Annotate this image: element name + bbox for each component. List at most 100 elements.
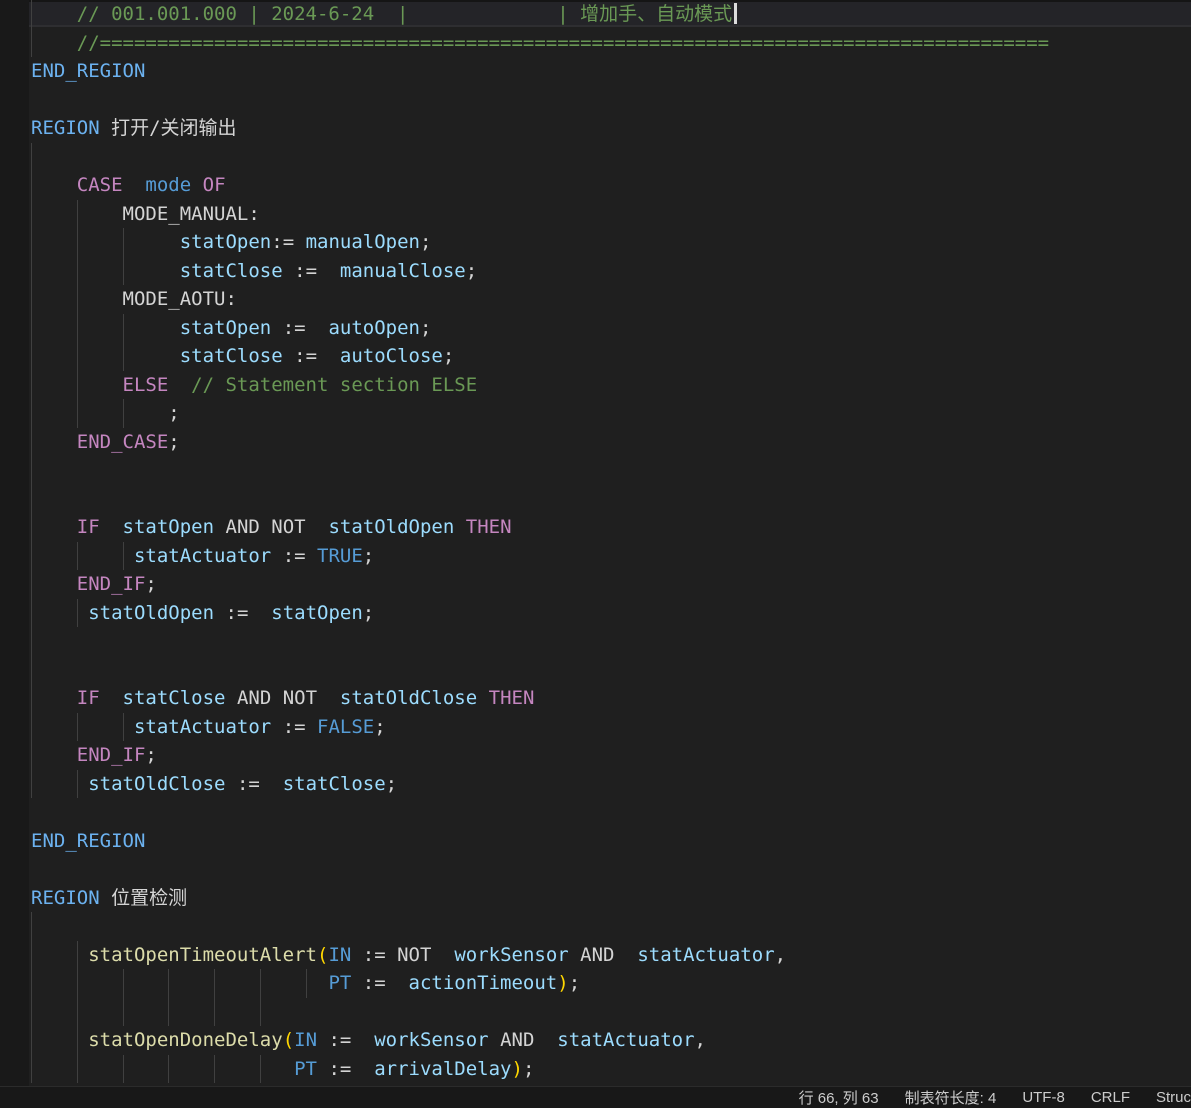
code-segment: END_CASE — [77, 431, 169, 453]
code-line[interactable]: statActuator := FALSE; — [31, 713, 1049, 742]
code-segment: REGION — [31, 887, 111, 909]
code-line[interactable]: END_REGION — [31, 57, 1049, 86]
code-segment: , — [695, 1029, 706, 1051]
code-segment: AND NOT — [214, 516, 328, 538]
code-segment: OF — [203, 174, 226, 196]
code-segment: ( — [317, 944, 328, 966]
code-line[interactable]: statOpenTimeoutAlert(IN := NOT workSenso… — [31, 941, 1049, 970]
status-eol[interactable]: CRLF — [1091, 1089, 1130, 1106]
code-line[interactable]: //======================================… — [31, 29, 1049, 58]
code-segment: statClose — [180, 345, 283, 367]
status-indentation[interactable]: 制表符长度: 4 — [905, 1087, 997, 1108]
code-line[interactable] — [31, 627, 1049, 656]
code-segment: := — [317, 1029, 374, 1051]
code-line-current[interactable]: // 001.001.000 | 2024-6-24 | | 增加手、自动模式 — [31, 0, 1049, 29]
code-line[interactable] — [31, 998, 1049, 1027]
code-segment — [31, 203, 123, 225]
status-cursor-position[interactable]: 行 66, 列 63 — [799, 1087, 879, 1108]
code-line[interactable]: IF statClose AND NOT statOldClose THEN — [31, 684, 1049, 713]
code-line[interactable]: CASE mode OF — [31, 171, 1049, 200]
code-line[interactable]: MODE_AOTU: — [31, 285, 1049, 314]
code-line[interactable] — [31, 912, 1049, 941]
editor-gutter — [0, 0, 29, 1086]
code-line[interactable] — [31, 86, 1049, 115]
code-line[interactable]: PT := arrivalDelay); — [31, 1055, 1049, 1084]
code-line[interactable]: PT := actionTimeout); — [31, 969, 1049, 998]
code-segment: REGION — [31, 117, 111, 139]
code-segment: AND — [489, 1029, 558, 1051]
code-segment — [31, 431, 77, 453]
code-line[interactable]: statClose := manualClose; — [31, 257, 1049, 286]
code-segment — [454, 516, 465, 538]
code-segment: := — [283, 345, 340, 367]
code-segment — [100, 516, 123, 538]
code-line[interactable]: statOpenDoneDelay(IN := workSensor AND s… — [31, 1026, 1049, 1055]
code-segment: // Statement section ELSE — [191, 374, 477, 396]
code-segment: ) — [557, 972, 568, 994]
code-segment: := — [271, 317, 328, 339]
code-segment: ) — [511, 1058, 522, 1080]
code-line[interactable]: END_IF; — [31, 741, 1049, 770]
code-segment — [31, 260, 180, 282]
code-segment — [31, 288, 123, 310]
code-segment: TRUE — [317, 545, 363, 567]
code-segment — [31, 545, 134, 567]
code-segment — [168, 374, 191, 396]
code-segment — [31, 1058, 294, 1080]
code-line[interactable] — [31, 855, 1049, 884]
code-segment: IN — [328, 944, 351, 966]
code-segment: MODE_AOTU: — [123, 288, 237, 310]
code-segment — [431, 944, 454, 966]
code-segment: mode — [145, 174, 191, 196]
code-line[interactable] — [31, 456, 1049, 485]
code-segment: := — [283, 260, 340, 282]
code-line[interactable] — [31, 798, 1049, 827]
code-line[interactable] — [31, 485, 1049, 514]
code-line[interactable]: statOldClose := statClose; — [31, 770, 1049, 799]
code-segment — [31, 174, 77, 196]
code-segment: manualClose — [340, 260, 466, 282]
code-segment: MODE_MANUAL: — [123, 203, 260, 225]
status-language-mode[interactable]: Struc — [1156, 1089, 1191, 1106]
code-line[interactable]: statOldOpen := statOpen; — [31, 599, 1049, 628]
code-line[interactable]: ELSE // Statement section ELSE — [31, 371, 1049, 400]
code-line[interactable]: END_IF; — [31, 570, 1049, 599]
code-segment: AND NOT — [226, 687, 340, 709]
code-line[interactable]: statOpen:= manualOpen; — [31, 228, 1049, 257]
code-segment — [31, 944, 88, 966]
code-line[interactable]: MODE_MANUAL: — [31, 200, 1049, 229]
code-segment: ; — [420, 317, 431, 339]
code-segment: ; — [145, 744, 156, 766]
code-line[interactable]: statClose := autoClose; — [31, 342, 1049, 371]
code-segment: statOpenDoneDelay — [88, 1029, 282, 1051]
code-segment: manualOpen — [306, 231, 420, 253]
code-segment — [31, 345, 180, 367]
code-lines: // 001.001.000 | 2024-6-24 | | 增加手、自动模式 … — [31, 0, 1049, 1086]
code-line[interactable]: REGION 打开/关闭输出 — [31, 114, 1049, 143]
code-line[interactable]: REGION 位置检测 — [31, 884, 1049, 913]
code-line[interactable] — [31, 656, 1049, 685]
status-encoding[interactable]: UTF-8 — [1022, 1089, 1065, 1106]
code-line[interactable] — [31, 143, 1049, 172]
code-editor[interactable]: // 001.001.000 | 2024-6-24 | | 增加手、自动模式 … — [0, 0, 1191, 1086]
code-line[interactable]: statActuator := TRUE; — [31, 542, 1049, 571]
code-segment: statClose — [180, 260, 283, 282]
code-line[interactable]: END_REGION — [31, 827, 1049, 856]
code-segment — [31, 374, 123, 396]
code-segment — [31, 3, 77, 25]
code-segment: ; — [168, 402, 179, 424]
code-line[interactable]: ; — [31, 399, 1049, 428]
code-segment: ELSE — [123, 374, 169, 396]
code-segment: := — [226, 773, 283, 795]
code-segment: NOT — [397, 944, 431, 966]
code-segment: ; — [363, 602, 374, 624]
code-line[interactable]: END_CASE; — [31, 428, 1049, 457]
code-line[interactable]: IF statOpen AND NOT statOldOpen THEN — [31, 513, 1049, 542]
code-segment: //======================================… — [31, 32, 1049, 54]
code-segment: statOldOpen — [328, 516, 454, 538]
code-segment — [31, 972, 328, 994]
code-segment — [31, 773, 88, 795]
code-segment: // 001.001.000 | 2024-6-24 | | 增加手、自动模式 — [77, 3, 732, 25]
code-segment: PT — [328, 972, 351, 994]
code-line[interactable]: statOpen := autoOpen; — [31, 314, 1049, 343]
